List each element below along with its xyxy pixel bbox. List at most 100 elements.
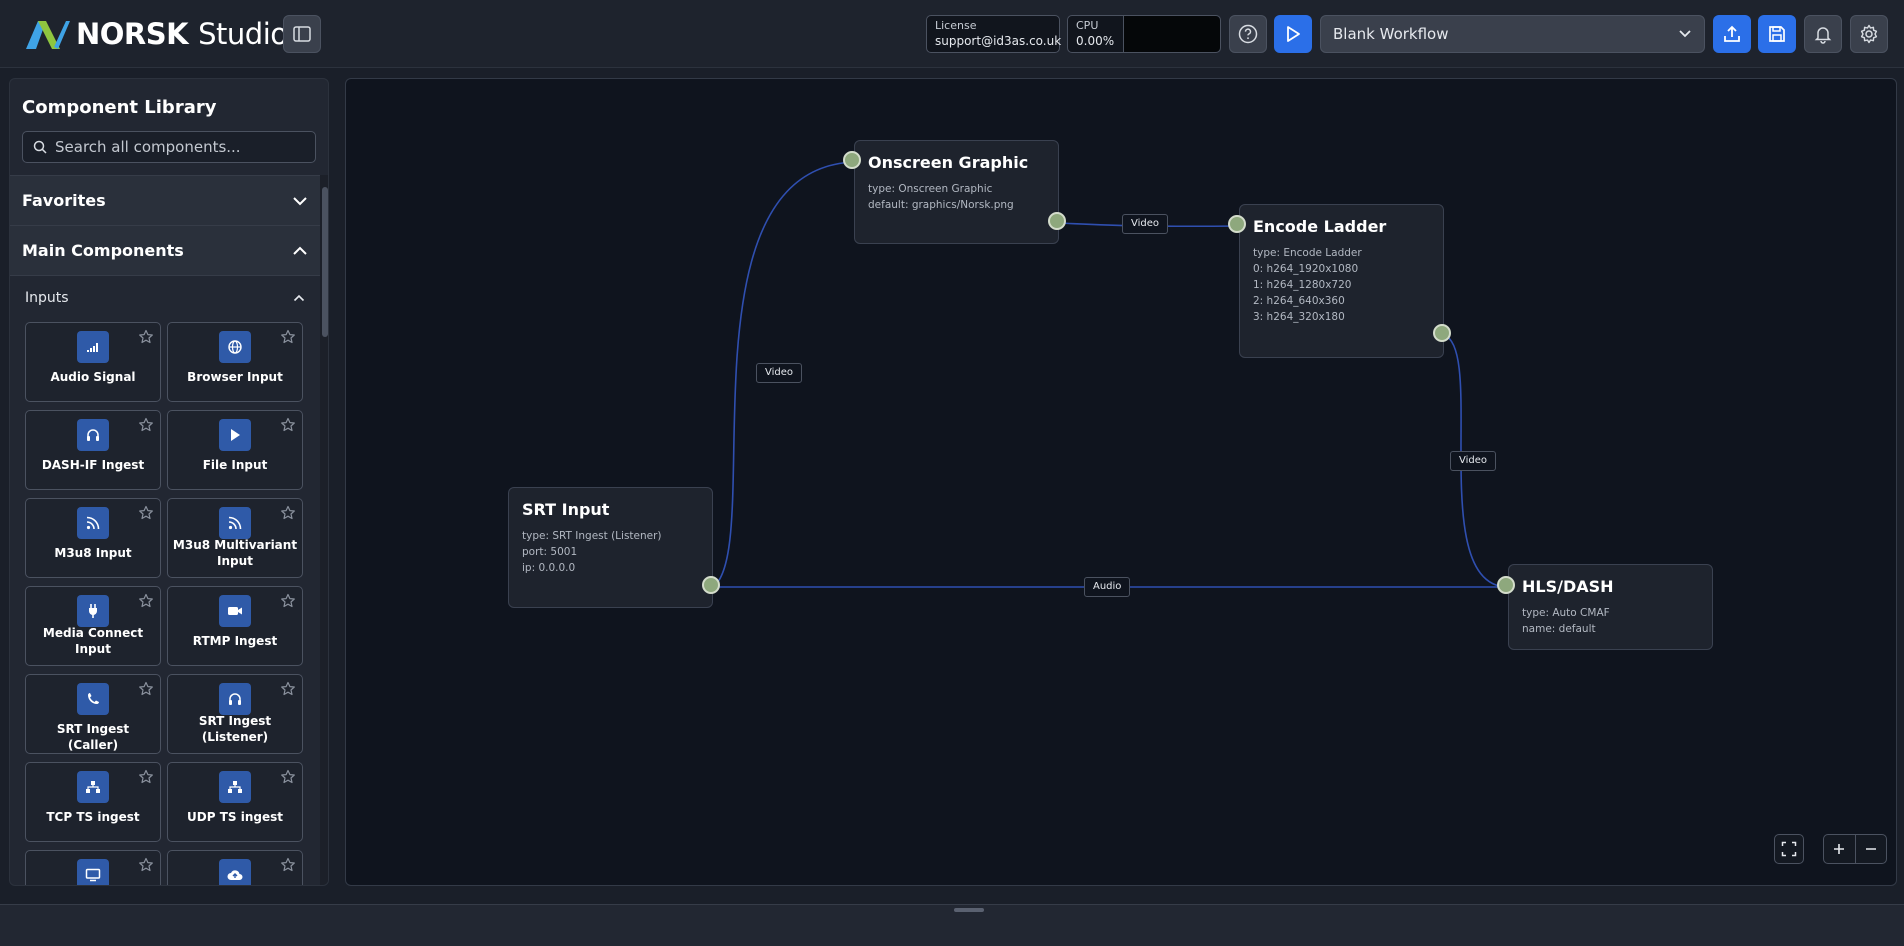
star-icon[interactable] [280, 329, 296, 345]
license-value: support@id3as.co.uk [935, 34, 1062, 48]
component-search[interactable] [22, 131, 316, 163]
top-bar: NORSK Studio License support@id3as.co.uk… [0, 0, 1904, 68]
workflow-select[interactable]: Blank Workflow [1320, 15, 1705, 53]
component-card-browser-input[interactable]: Browser Input [167, 322, 303, 402]
component-card-monitor[interactable] [25, 850, 161, 885]
node-prop: type: Encode Ladder [1253, 247, 1362, 259]
panel-resize-handle[interactable] [954, 908, 984, 912]
component-card-srt-ingest-caller[interactable]: SRT Ingest (Caller) [25, 674, 161, 754]
component-card-udp-ts-ingest[interactable]: UDP TS ingest [167, 762, 303, 842]
main-components-section-header[interactable]: Main Components [10, 225, 320, 275]
component-card-tcp-ts-ingest[interactable]: TCP TS ingest [25, 762, 161, 842]
headphones-icon [77, 419, 109, 451]
node-title: Encode Ladder [1253, 217, 1387, 236]
component-name: RTMP Ingest [192, 634, 278, 648]
component-card-srt-ingest-listener[interactable]: SRT Ingest (Listener) [167, 674, 303, 754]
node-srt-input[interactable]: SRT Input type: SRT Ingest (Listener) po… [508, 487, 713, 608]
star-icon[interactable] [280, 505, 296, 521]
node-prop: 2: h264_640x360 [1253, 295, 1345, 307]
bottom-panel [0, 904, 1904, 946]
component-name: Audio Signal [50, 370, 136, 384]
component-card-dash-if-ingest[interactable]: DASH-IF Ingest [25, 410, 161, 490]
star-icon[interactable] [280, 857, 296, 873]
node-prop: port: 5001 [522, 546, 578, 558]
play-icon [219, 419, 251, 451]
star-icon[interactable] [138, 329, 154, 345]
component-name: TCP TS ingest [46, 810, 140, 824]
node-prop: type: Auto CMAF [1522, 607, 1610, 619]
inputs-subsection-header[interactable]: Inputs [10, 275, 320, 319]
star-icon[interactable] [138, 857, 154, 873]
scrollbar-thumb[interactable] [322, 187, 328, 337]
zoom-out-button[interactable] [1856, 835, 1887, 863]
onscreen-graphic-input-port[interactable] [843, 151, 861, 169]
component-library-panel: Component Library Favorites Main Compone… [9, 78, 329, 886]
component-card-file-input[interactable]: File Input [167, 410, 303, 490]
rss-icon [77, 507, 109, 539]
phone-icon [77, 683, 109, 715]
run-workflow-button[interactable] [1274, 15, 1312, 53]
norsk-logo: NORSK Studio [24, 16, 288, 52]
component-name: SRT Ingest (Caller) [56, 722, 130, 752]
star-icon[interactable] [138, 417, 154, 433]
star-icon[interactable] [280, 681, 296, 697]
edge-label-video: Video [1450, 451, 1497, 471]
srt-input-output-port[interactable] [702, 576, 720, 594]
workflow-canvas[interactable]: Video Video Video Audio SRT Input type: … [345, 78, 1897, 886]
component-search-input[interactable] [55, 138, 305, 156]
node-onscreen-graphic[interactable]: Onscreen Graphic type: Onscreen Graphic … [854, 140, 1059, 244]
encode-ladder-input-port[interactable] [1228, 215, 1246, 233]
component-card-audio-signal[interactable]: Audio Signal [25, 322, 161, 402]
star-icon[interactable] [280, 417, 296, 433]
encode-ladder-output-port[interactable] [1433, 324, 1451, 342]
onscreen-graphic-output-port[interactable] [1048, 212, 1066, 230]
notifications-button[interactable] [1804, 15, 1842, 53]
favorites-section-header[interactable]: Favorites [10, 175, 320, 225]
component-library-title: Component Library [22, 97, 217, 118]
edges-layer [712, 161, 1509, 588]
headset-icon [219, 683, 251, 715]
signal-bars-icon [77, 331, 109, 363]
star-icon[interactable] [138, 681, 154, 697]
component-name: M3u8 Multivariant Input [172, 538, 298, 568]
node-encode-ladder[interactable]: Encode Ladder type: Encode Ladder 0: h26… [1239, 204, 1444, 358]
component-list-scrollbar[interactable] [320, 175, 328, 885]
help-button[interactable] [1229, 15, 1267, 53]
sidebar-panel-icon [293, 26, 311, 42]
component-card-cloud-upload[interactable] [167, 850, 303, 885]
cpu-meter: CPU 0.00% [1067, 15, 1221, 53]
toggle-sidebar-button[interactable] [283, 15, 321, 53]
node-title: SRT Input [522, 500, 610, 519]
component-card-rtmp-ingest[interactable]: RTMP Ingest [167, 586, 303, 666]
cloud-upload-icon [219, 859, 251, 885]
star-icon[interactable] [138, 769, 154, 785]
component-name: DASH-IF Ingest [41, 458, 145, 472]
hls-dash-input-port[interactable] [1497, 576, 1515, 594]
settings-button[interactable] [1850, 15, 1888, 53]
component-card-m3u8-multivariant-input[interactable]: M3u8 Multivariant Input [167, 498, 303, 578]
zoom-in-button[interactable] [1824, 835, 1856, 863]
star-icon[interactable] [280, 593, 296, 609]
cpu-graph [1124, 16, 1220, 52]
chevron-down-icon [293, 196, 307, 205]
main-components-label: Main Components [22, 241, 184, 260]
node-hls-dash[interactable]: HLS/DASH type: Auto CMAF name: default [1508, 564, 1713, 650]
cpu-value: 0.00% [1076, 34, 1115, 48]
zoom-controls [1823, 834, 1887, 864]
component-name: Media Connect Input [42, 626, 144, 656]
favorites-label: Favorites [22, 191, 106, 210]
component-card-media-connect-input[interactable]: Media Connect Input [25, 586, 161, 666]
component-name: UDP TS ingest [187, 810, 283, 824]
export-button[interactable] [1713, 15, 1751, 53]
component-card-m3u8-input[interactable]: M3u8 Input [25, 498, 161, 578]
chevron-down-icon [1679, 30, 1691, 38]
star-icon[interactable] [138, 593, 154, 609]
fit-view-button[interactable] [1774, 834, 1804, 864]
license-info: License support@id3as.co.uk [926, 15, 1062, 53]
node-prop: default: graphics/Norsk.png [868, 199, 1014, 211]
save-button[interactable] [1758, 15, 1796, 53]
chevron-up-icon [293, 246, 307, 255]
node-prop: 0: h264_1920x1080 [1253, 263, 1359, 275]
star-icon[interactable] [280, 769, 296, 785]
star-icon[interactable] [138, 505, 154, 521]
